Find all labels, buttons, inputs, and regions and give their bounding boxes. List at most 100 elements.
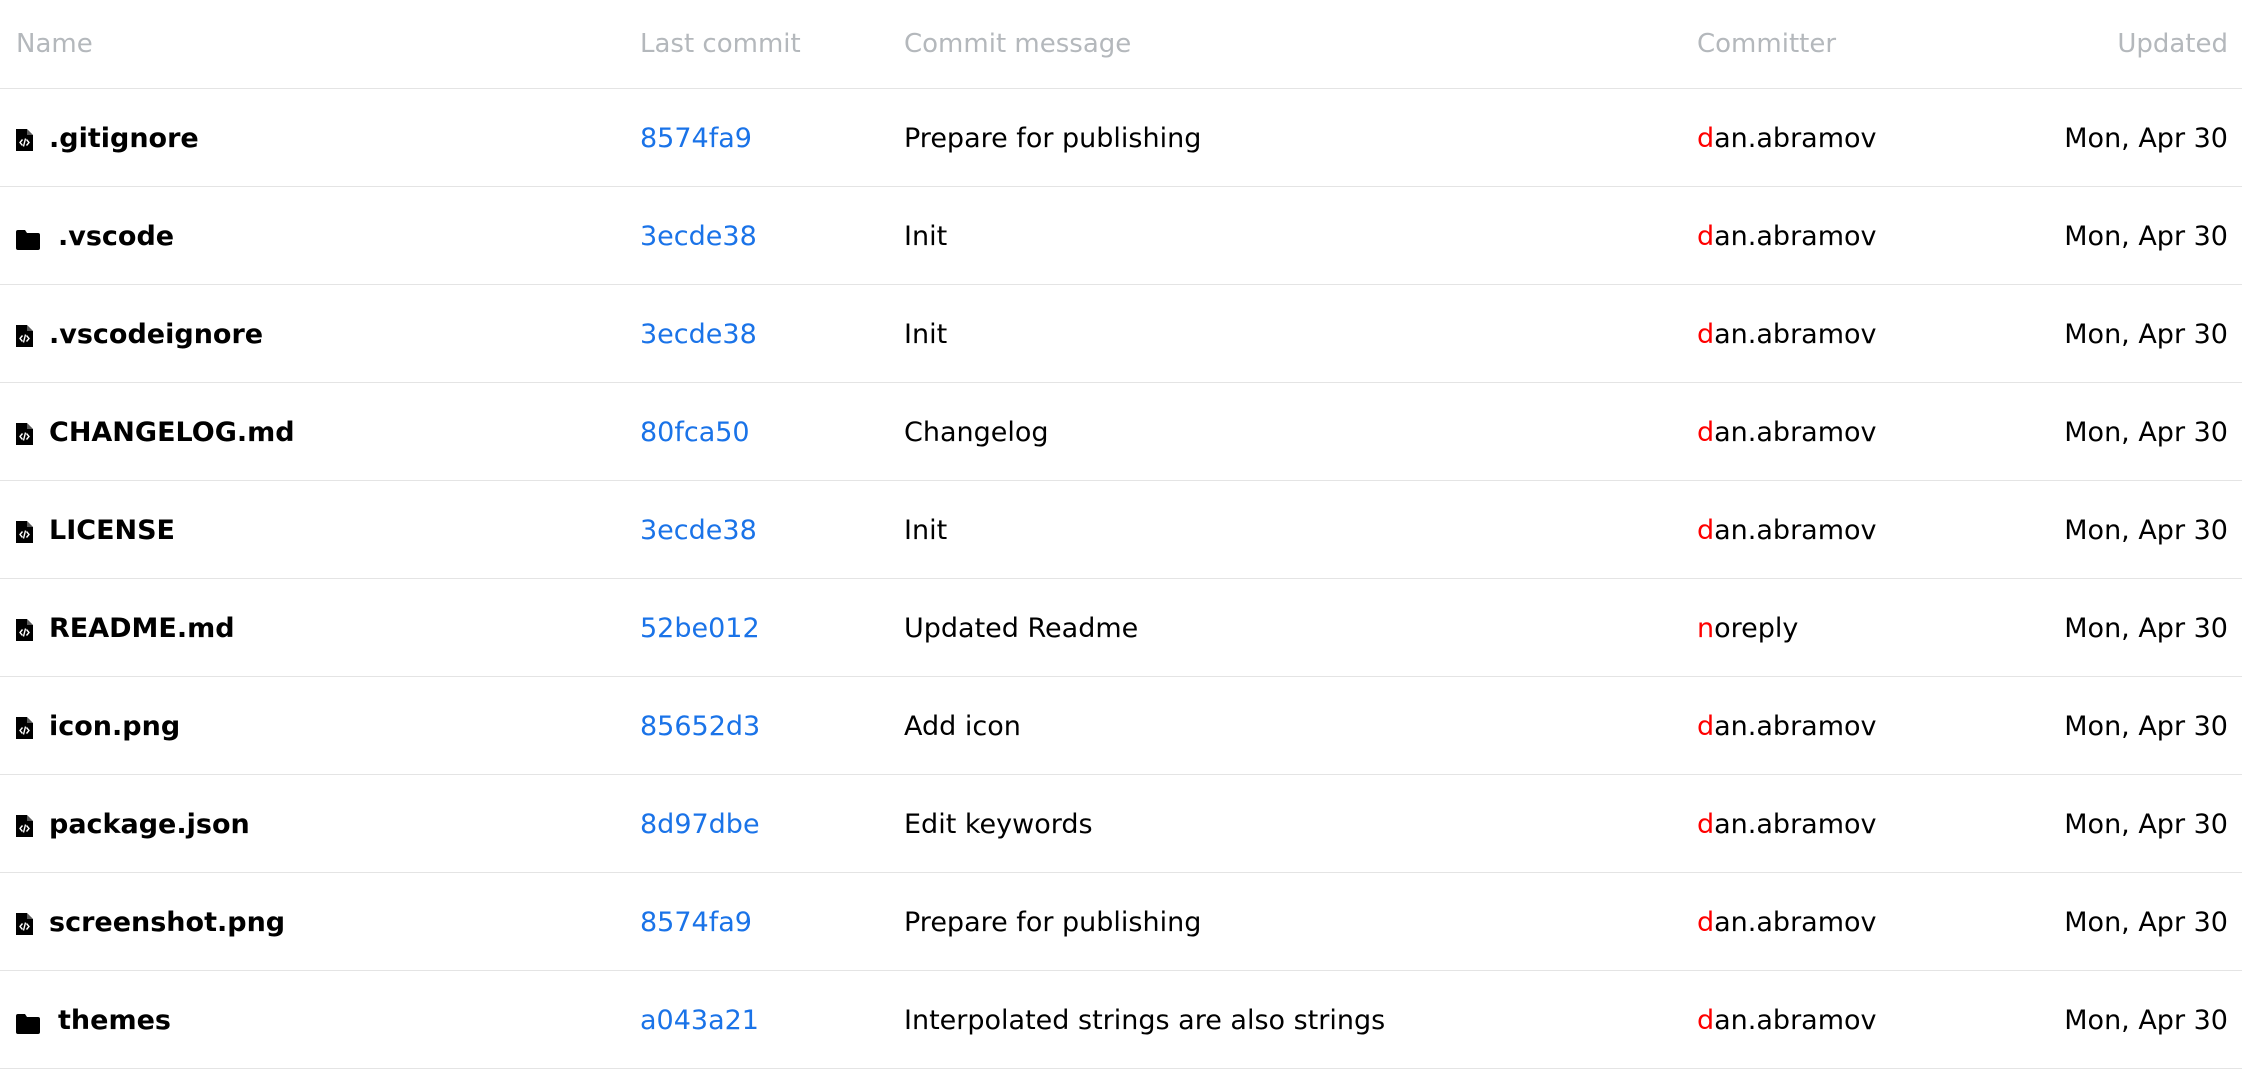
updated-date: Mon, Apr 30 [2064,514,2228,546]
committer-initial: d [1697,906,1715,938]
commit-message: Init [904,220,948,252]
updated-date: Mon, Apr 30 [2064,808,2228,840]
committer-cell: d an.abramov [1697,873,1877,971]
committer-initial: d [1697,220,1715,252]
file-name-link[interactable]: .vscode [58,221,174,252]
name-cell: icon.png [16,677,180,775]
column-header-last-commit[interactable]: Last commit [640,28,801,60]
updated-cell: Mon, Apr 30 [2064,383,2228,481]
commit-hash-link[interactable]: 52be012 [640,613,760,644]
committer-name: an.abramov [1714,1004,1877,1036]
column-header-committer[interactable]: Committer [1697,28,1836,60]
name-cell: CHANGELOG.md [16,383,295,481]
updated-cell: Mon, Apr 30 [2064,677,2228,775]
commit-hash-link[interactable]: 3ecde38 [640,221,757,252]
commit-hash-link[interactable]: 8d97dbe [640,809,760,840]
updated-date: Mon, Apr 30 [2064,1004,2228,1036]
committer-cell: d an.abramov [1697,971,1877,1069]
file-icon [16,911,33,935]
file-icon [16,617,33,641]
table-body: .gitignore 8574fa9 Prepare for publishing d… [0,89,2242,1069]
name-cell: .gitignore [16,89,199,187]
commit-hash-link[interactable]: 85652d3 [640,711,760,742]
committer-name: an.abramov [1714,710,1877,742]
committer-name: an.abramov [1714,416,1877,448]
file-name-link[interactable]: icon.png [49,711,180,742]
commit-hash-link[interactable]: 3ecde38 [640,515,757,546]
updated-date: Mon, Apr 30 [2064,710,2228,742]
updated-cell: Mon, Apr 30 [2064,971,2228,1069]
committer-name: an.abramov [1714,514,1877,546]
table-row[interactable]: screenshot.png 8574fa9 Prepare for publish… [0,873,2242,971]
committer-initial: n [1697,612,1715,644]
file-name-link[interactable]: package.json [49,809,250,840]
committer-initial: d [1697,122,1715,154]
commit-hash-link[interactable]: a043a21 [640,1005,759,1036]
commit-message: Updated Readme [904,612,1139,644]
commit-message-cell: Init [904,187,947,285]
file-icon [16,715,33,739]
updated-date: Mon, Apr 30 [2064,612,2228,644]
commit-message: Interpolated strings are also strings [904,1004,1386,1036]
commit-hash-link[interactable]: 8574fa9 [640,123,752,154]
table-row[interactable]: .gitignore 8574fa9 Prepare for publishing d… [0,89,2242,187]
commit-message-cell: Edit keywords [904,775,1093,873]
file-name-link[interactable]: CHANGELOG.md [49,417,295,448]
folder-icon [16,226,40,250]
commit-message: Init [904,514,948,546]
table-row[interactable]: themes a043a21 Interpolated strings are al… [0,971,2242,1069]
committer-initial: d [1697,416,1715,448]
file-name-link[interactable]: LICENSE [49,515,175,546]
committer-initial: d [1697,808,1715,840]
file-name-link[interactable]: screenshot.png [49,907,285,938]
updated-date: Mon, Apr 30 [2064,220,2228,252]
committer-cell: d an.abramov [1697,677,1877,775]
name-cell: LICENSE [16,481,175,579]
commit-cell: 3ecde38 [640,481,757,579]
table-row[interactable]: icon.png 85652d3 Add icon d an.abramov Mon, A… [0,677,2242,775]
updated-date: Mon, Apr 30 [2064,906,2228,938]
committer-cell: n oreply [1697,579,1798,677]
file-name-link[interactable]: .vscodeignore [49,319,263,350]
commit-hash-link[interactable]: 8574fa9 [640,907,752,938]
updated-cell: Mon, Apr 30 [2064,775,2228,873]
column-header-commit-message[interactable]: Commit message [904,28,1131,60]
table-row[interactable]: .vscodeignore 3ecde38 Init d an.abramov Mon, … [0,285,2242,383]
updated-cell: Mon, Apr 30 [2064,481,2228,579]
name-cell: README.md [16,579,235,677]
file-name-link[interactable]: .gitignore [49,123,199,154]
table-row[interactable]: .vscode 3ecde38 Init d an.abramov Mon, Apr 30 [0,187,2242,285]
committer-name: oreply [1714,612,1799,644]
table-row[interactable]: package.json 8d97dbe Edit keywords d an.abra… [0,775,2242,873]
commit-message: Edit keywords [904,808,1093,840]
table-row[interactable]: CHANGELOG.md 80fca50 Changelog d an.abramov M… [0,383,2242,481]
updated-date: Mon, Apr 30 [2064,122,2228,154]
updated-date: Mon, Apr 30 [2064,416,2228,448]
commit-message: Prepare for publishing [904,122,1202,154]
commit-cell: a043a21 [640,971,759,1069]
commit-message: Changelog [904,416,1049,448]
table-row[interactable]: README.md 52be012 Updated Readme n oreply Mon… [0,579,2242,677]
commit-cell: 8d97dbe [640,775,760,873]
file-icon [16,323,33,347]
commit-hash-link[interactable]: 80fca50 [640,417,750,448]
committer-cell: d an.abramov [1697,775,1877,873]
commit-cell: 3ecde38 [640,187,757,285]
file-name-link[interactable]: README.md [49,613,235,644]
table-row[interactable]: LICENSE 3ecde38 Init d an.abramov Mon, Apr 30 [0,481,2242,579]
commit-message: Add icon [904,710,1021,742]
commit-cell: 8574fa9 [640,873,752,971]
file-name-link[interactable]: themes [58,1005,171,1036]
column-header-updated[interactable]: Updated [2117,28,2228,60]
updated-cell: Mon, Apr 30 [2064,285,2228,383]
file-icon [16,127,33,151]
committer-name: an.abramov [1714,808,1877,840]
file-icon [16,421,33,445]
name-cell: screenshot.png [16,873,285,971]
committer-cell: d an.abramov [1697,89,1877,187]
commit-message-cell: Init [904,481,947,579]
commit-message-cell: Interpolated strings are also strings [904,971,1385,1069]
commit-hash-link[interactable]: 3ecde38 [640,319,757,350]
committer-initial: d [1697,1004,1715,1036]
column-header-name[interactable]: Name [16,28,93,60]
